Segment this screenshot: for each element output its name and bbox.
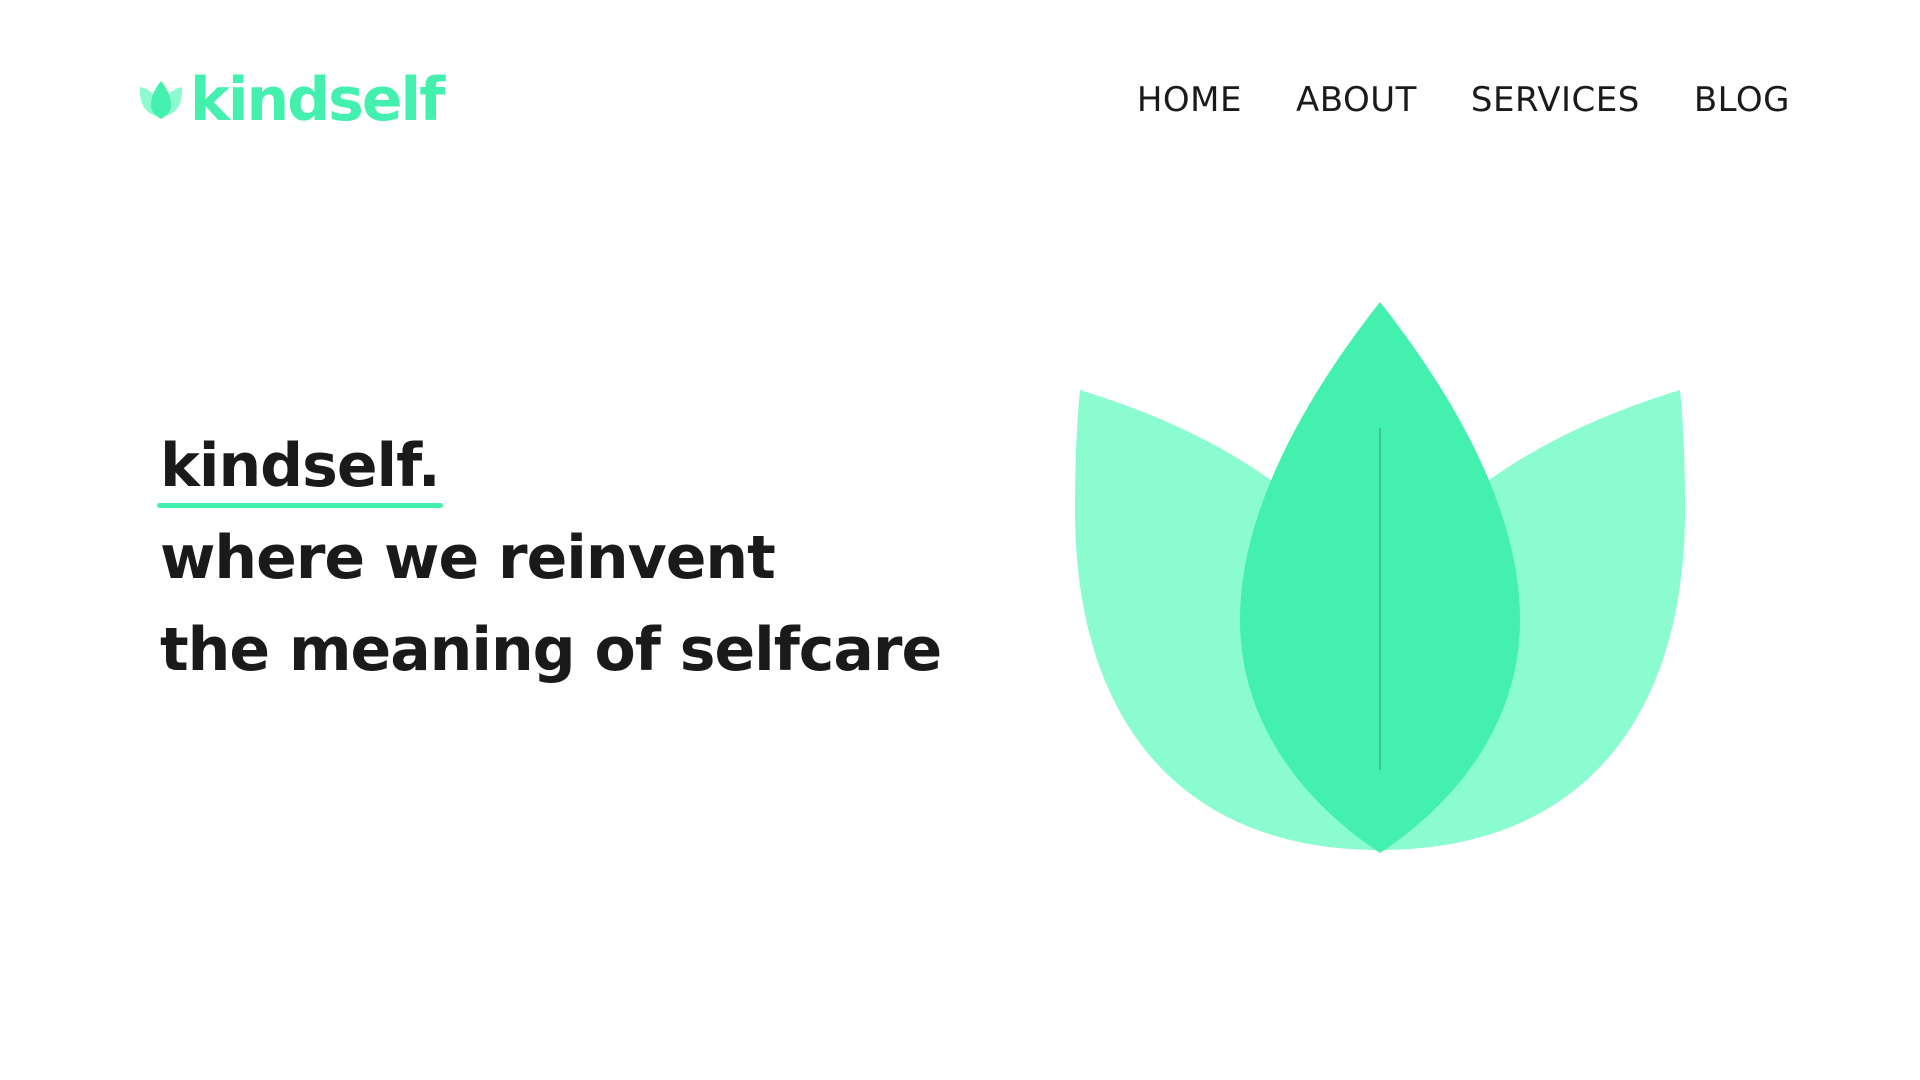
nav-blog[interactable]: BLOG [1694, 76, 1790, 124]
hero-brand: kindself. [157, 420, 443, 512]
nav-home[interactable]: HOME [1137, 76, 1242, 124]
main-nav: HOME ABOUT SERVICES BLOG [1137, 76, 1790, 124]
hero-line-3: the meaning of selfcare [160, 615, 942, 685]
lotus-illustration-icon [1075, 302, 1685, 853]
hero-line-2: where we reinvent [160, 523, 776, 593]
hero-line-brand: kindself. [157, 420, 941, 512]
nav-about[interactable]: ABOUT [1296, 76, 1417, 124]
logo-wordmark: kindself [190, 65, 445, 135]
nav-services[interactable]: SERVICES [1471, 76, 1640, 124]
site-header: kindself HOME ABOUT SERVICES BLOG [0, 0, 1920, 200]
hero-brand-text: kindself. [160, 431, 441, 501]
lotus-logo-icon [139, 81, 183, 119]
hero-underline [157, 503, 443, 508]
logo-link[interactable]: kindself [138, 65, 445, 135]
hero-headline: kindself. where we reinvent the meaning … [157, 420, 942, 696]
